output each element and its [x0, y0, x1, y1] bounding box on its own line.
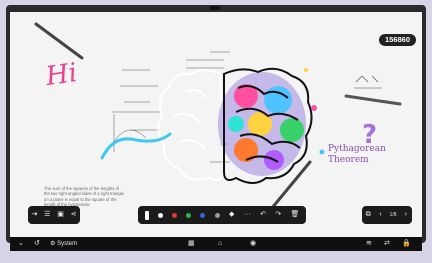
color-red-swatch[interactable] [171, 212, 177, 218]
system-button[interactable]: ⚙ System [50, 237, 77, 251]
theorem-paragraph: The sum of the squares of the lengths of… [44, 186, 124, 208]
pen-tool-icon[interactable] [144, 210, 149, 220]
color-green-swatch[interactable] [186, 212, 192, 218]
delete-icon[interactable]: 🗑 [290, 211, 299, 219]
sync-icon[interactable]: ⇄ [384, 237, 390, 251]
exit-icon[interactable]: ⇥ [31, 211, 37, 219]
lock-icon[interactable]: 🔒 [402, 237, 411, 251]
hi-handwriting: Hi [44, 57, 79, 93]
pythagorean-line1: Pythagorean [328, 144, 386, 154]
page-indicator: 1/8 [389, 212, 397, 218]
page-icon[interactable]: ▣ [57, 211, 64, 219]
display-frame: Hi ? Pythagorean Theorem The sum of the … [0, 0, 432, 263]
left-toolbar: ⇥ ☰ ▣ ⋖ [28, 206, 80, 224]
back-icon[interactable]: ↺ [34, 237, 40, 251]
settings-icon: ⚙ [50, 241, 56, 247]
color-white-swatch[interactable] [157, 212, 163, 218]
eraser-icon[interactable]: ◆ [229, 211, 235, 219]
camera-icon [210, 6, 220, 10]
redo-icon[interactable]: ↷ [275, 211, 281, 219]
page-toolbar: ⧉ ‹ 1/8 › [362, 206, 412, 224]
whiteboard-canvas[interactable]: Hi ? Pythagorean Theorem The sum of the … [10, 12, 422, 237]
counter-badge: 156860 [378, 34, 416, 46]
system-label: System [57, 241, 78, 247]
color-blue-swatch[interactable] [200, 212, 206, 218]
drawing-toolbar: ◆ ··· ↶ ↷ 🗑 [138, 206, 306, 224]
wifi-icon[interactable]: ≋ [366, 237, 372, 251]
home-icon[interactable]: ⌂ [218, 237, 222, 251]
pythagorean-line2: Theorem [328, 155, 369, 165]
window-icon[interactable]: ◉ [250, 237, 256, 251]
copy-page-icon[interactable]: ⧉ [365, 211, 371, 219]
pythagorean-text: Pythagorean Theorem [328, 144, 386, 166]
color-gray-swatch[interactable] [214, 212, 220, 218]
taskbar: ⌄ ↺ ⚙ System ▦ ⌂ ◉ ≋ ⇄ 🔒 [10, 237, 422, 251]
prev-page-icon[interactable]: ‹ [377, 211, 383, 219]
chevron-down-icon[interactable]: ⌄ [18, 237, 24, 251]
share-icon[interactable]: ⋖ [71, 211, 77, 219]
undo-icon[interactable]: ↶ [260, 211, 266, 219]
next-page-icon[interactable]: › [403, 211, 409, 219]
menu-icon[interactable]: ☰ [44, 211, 50, 219]
more-icon[interactable]: ··· [244, 211, 251, 219]
apps-icon[interactable]: ▦ [188, 237, 195, 251]
